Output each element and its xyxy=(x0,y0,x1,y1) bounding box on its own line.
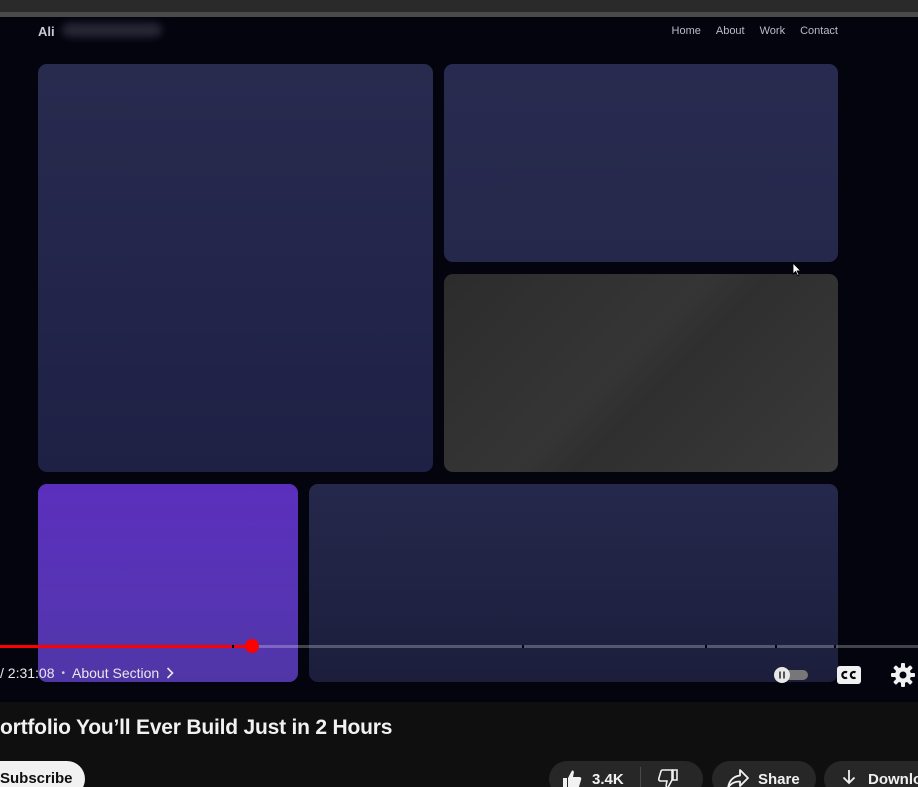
site-nav-home: Home xyxy=(671,25,701,37)
download-label: Downlo xyxy=(868,770,918,787)
share-label: Share xyxy=(758,770,800,787)
download-button[interactable]: Downlo xyxy=(824,761,918,787)
thumbs-up-icon xyxy=(563,770,582,787)
chapter-button[interactable]: About Section xyxy=(72,665,174,681)
chapter-marker xyxy=(232,645,234,648)
site-nav-contact: Contact xyxy=(800,25,838,37)
chapter-marker xyxy=(705,645,707,648)
like-count: 3.4K xyxy=(592,770,624,787)
progress-played xyxy=(0,645,253,648)
chapter-marker xyxy=(522,645,524,648)
bento-card-purple xyxy=(38,484,298,682)
chapter-marker xyxy=(775,645,777,648)
bento-card-gray xyxy=(444,274,838,472)
site-nav-about: About xyxy=(715,25,745,37)
chapter-marker xyxy=(834,645,836,648)
autoplay-toggle-icon[interactable] xyxy=(772,665,810,685)
video-title: ortfolio You’ll Ever Build Just in 2 Hou… xyxy=(0,716,393,739)
cursor-icon xyxy=(792,262,802,277)
chapter-label: About Section xyxy=(72,665,160,681)
progress-bar[interactable] xyxy=(0,645,918,648)
site-brand: Ali xyxy=(38,24,55,39)
subscribe-button[interactable]: Subscribe xyxy=(0,761,85,787)
blurred-brand-text xyxy=(62,23,162,37)
bento-card-large xyxy=(38,64,433,472)
bento-card-wide xyxy=(309,484,838,682)
share-icon xyxy=(727,769,749,787)
dislike-button[interactable] xyxy=(641,761,679,787)
site-nav-work: Work xyxy=(759,25,786,37)
like-button[interactable]: 3.4K xyxy=(549,761,624,787)
time-row: / 2:31:08 • About Section xyxy=(0,665,174,681)
browser-top-strip xyxy=(0,0,918,17)
video-player[interactable]: Ali Home About Work Contact / 2:31:08 • … xyxy=(0,17,918,702)
thumbs-down-icon xyxy=(657,769,678,787)
gear-icon[interactable] xyxy=(890,662,916,688)
chevron-right-icon xyxy=(167,667,174,679)
share-button[interactable]: Share xyxy=(712,761,816,787)
bento-card-top-right xyxy=(444,64,838,262)
download-icon xyxy=(842,770,856,785)
time-display: / 2:31:08 xyxy=(0,665,55,681)
separator-dot: • xyxy=(61,667,66,679)
site-nav: Home About Work Contact xyxy=(672,25,838,37)
like-dislike-group: 3.4K xyxy=(549,761,703,787)
cc-icon[interactable] xyxy=(836,665,862,685)
